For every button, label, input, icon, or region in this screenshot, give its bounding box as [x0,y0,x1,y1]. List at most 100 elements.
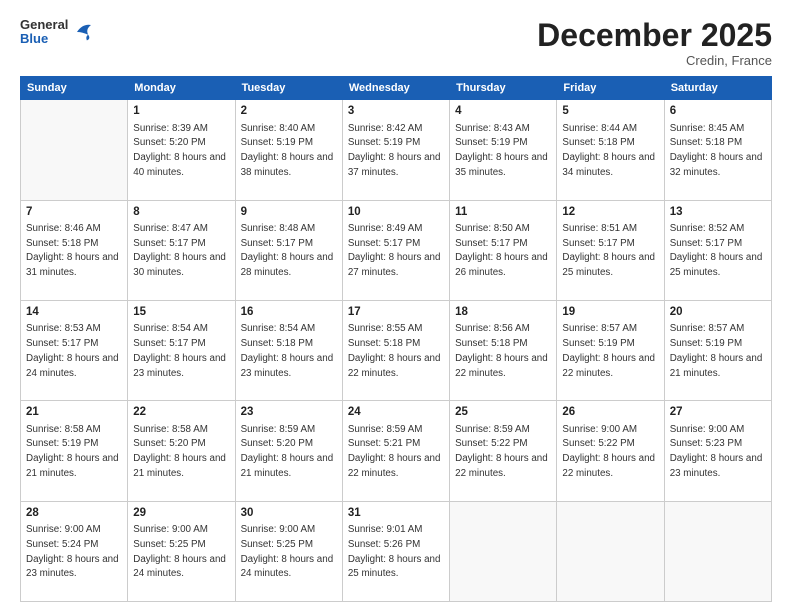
day-info: Sunrise: 8:50 AMSunset: 5:17 PMDaylight:… [455,223,548,278]
calendar-cell: 7 Sunrise: 8:46 AMSunset: 5:18 PMDaylight… [21,200,128,300]
day-number: 15 [133,305,229,321]
day-number: 14 [26,305,122,321]
calendar-cell: 6 Sunrise: 8:45 AMSunset: 5:18 PMDaylight… [664,100,771,200]
page: General Blue December 2025 Credin, Franc… [0,0,792,612]
calendar-cell: 9 Sunrise: 8:48 AMSunset: 5:17 PMDaylight… [235,200,342,300]
day-info: Sunrise: 8:53 AMSunset: 5:17 PMDaylight:… [26,323,119,378]
day-info: Sunrise: 8:49 AMSunset: 5:17 PMDaylight:… [348,223,441,278]
calendar-cell: 16Sunrise: 8:54 AMSunset: 5:18 PMDayligh… [235,300,342,400]
calendar-cell: 13 Sunrise: 8:52 AMSunset: 5:17 PMDayligh… [664,200,771,300]
day-number: 17 [348,305,444,321]
weekday-header-monday: Monday [128,77,235,100]
day-info: Sunrise: 8:58 AMSunset: 5:20 PMDaylight:… [133,424,226,479]
day-number: 18 [455,305,551,321]
day-info: Sunrise: 8:48 AMSunset: 5:17 PMDaylight:… [241,223,334,278]
calendar-cell: 5 Sunrise: 8:44 AMSunset: 5:18 PMDaylight… [557,100,664,200]
calendar-cell: 3 Sunrise: 8:42 AMSunset: 5:19 PMDaylight… [342,100,449,200]
day-info: Sunrise: 8:54 AMSunset: 5:17 PMDaylight:… [133,323,226,378]
weekday-header-thursday: Thursday [450,77,557,100]
logo: General Blue [20,18,98,47]
logo-blue: Blue [20,32,68,46]
calendar-cell: 21Sunrise: 8:58 AMSunset: 5:19 PMDayligh… [21,401,128,501]
title-section: December 2025 Credin, France [537,18,772,68]
day-number: 1 [133,104,229,120]
calendar-cell [557,501,664,601]
day-number: 6 [670,104,766,120]
day-number: 26 [562,405,658,421]
day-number: 28 [26,506,122,522]
day-number: 30 [241,506,337,522]
calendar-cell: 2Sunrise: 8:40 AMSunset: 5:19 PMDaylight… [235,100,342,200]
weekday-header-row: SundayMondayTuesdayWednesdayThursdayFrid… [21,77,772,100]
calendar-cell: 30 Sunrise: 9:00 AMSunset: 5:25 PMDayligh… [235,501,342,601]
day-number: 11 [455,205,551,221]
calendar-week-1: 7 Sunrise: 8:46 AMSunset: 5:18 PMDaylight… [21,200,772,300]
day-number: 7 [26,205,122,221]
calendar-cell: 11 Sunrise: 8:50 AMSunset: 5:17 PMDayligh… [450,200,557,300]
day-info: Sunrise: 9:00 AMSunset: 5:25 PMDaylight:… [133,524,226,579]
calendar-cell: 23Sunrise: 8:59 AMSunset: 5:20 PMDayligh… [235,401,342,501]
day-number: 10 [348,205,444,221]
day-info: Sunrise: 8:59 AMSunset: 5:21 PMDaylight:… [348,424,441,479]
calendar-cell: 15 Sunrise: 8:54 AMSunset: 5:17 PMDayligh… [128,300,235,400]
calendar-cell: 17 Sunrise: 8:55 AMSunset: 5:18 PMDayligh… [342,300,449,400]
day-info: Sunrise: 8:42 AMSunset: 5:19 PMDaylight:… [348,123,441,178]
calendar-week-3: 21Sunrise: 8:58 AMSunset: 5:19 PMDayligh… [21,401,772,501]
day-number: 8 [133,205,229,221]
calendar-cell: 22 Sunrise: 8:58 AMSunset: 5:20 PMDayligh… [128,401,235,501]
calendar-cell: 31 Sunrise: 9:01 AMSunset: 5:26 PMDayligh… [342,501,449,601]
weekday-header-tuesday: Tuesday [235,77,342,100]
day-number: 20 [670,305,766,321]
day-number: 3 [348,104,444,120]
calendar-cell: 12 Sunrise: 8:51 AMSunset: 5:17 PMDayligh… [557,200,664,300]
day-info: Sunrise: 8:40 AMSunset: 5:19 PMDaylight:… [241,123,334,178]
day-number: 16 [241,305,337,321]
day-number: 4 [455,104,551,120]
day-number: 31 [348,506,444,522]
calendar-cell [664,501,771,601]
day-number: 21 [26,405,122,421]
weekday-header-sunday: Sunday [21,77,128,100]
day-info: Sunrise: 8:59 AMSunset: 5:22 PMDaylight:… [455,424,548,479]
calendar-week-2: 14 Sunrise: 8:53 AMSunset: 5:17 PMDayligh… [21,300,772,400]
day-number: 24 [348,405,444,421]
day-info: Sunrise: 9:00 AMSunset: 5:23 PMDaylight:… [670,424,763,479]
day-info: Sunrise: 8:44 AMSunset: 5:18 PMDaylight:… [562,123,655,178]
day-info: Sunrise: 8:47 AMSunset: 5:17 PMDaylight:… [133,223,226,278]
logo-bird-icon [70,18,98,46]
logo-text: General Blue [20,18,68,47]
weekday-header-saturday: Saturday [664,77,771,100]
day-info: Sunrise: 8:55 AMSunset: 5:18 PMDaylight:… [348,323,441,378]
calendar-cell: 29Sunrise: 9:00 AMSunset: 5:25 PMDayligh… [128,501,235,601]
location: Credin, France [537,53,772,68]
calendar-cell: 14 Sunrise: 8:53 AMSunset: 5:17 PMDayligh… [21,300,128,400]
day-info: Sunrise: 8:43 AMSunset: 5:19 PMDaylight:… [455,123,548,178]
calendar-week-4: 28 Sunrise: 9:00 AMSunset: 5:24 PMDayligh… [21,501,772,601]
day-number: 12 [562,205,658,221]
calendar-cell: 20 Sunrise: 8:57 AMSunset: 5:19 PMDayligh… [664,300,771,400]
day-number: 19 [562,305,658,321]
day-info: Sunrise: 8:46 AMSunset: 5:18 PMDaylight:… [26,223,119,278]
day-info: Sunrise: 9:00 AMSunset: 5:24 PMDaylight:… [26,524,119,579]
day-number: 5 [562,104,658,120]
calendar-cell: 1Sunrise: 8:39 AMSunset: 5:20 PMDaylight… [128,100,235,200]
day-info: Sunrise: 8:45 AMSunset: 5:18 PMDaylight:… [670,123,763,178]
calendar-table: SundayMondayTuesdayWednesdayThursdayFrid… [20,76,772,602]
calendar-cell: 26 Sunrise: 9:00 AMSunset: 5:22 PMDayligh… [557,401,664,501]
calendar-cell: 18 Sunrise: 8:56 AMSunset: 5:18 PMDayligh… [450,300,557,400]
day-info: Sunrise: 8:57 AMSunset: 5:19 PMDaylight:… [562,323,655,378]
day-info: Sunrise: 8:57 AMSunset: 5:19 PMDaylight:… [670,323,763,378]
day-info: Sunrise: 8:56 AMSunset: 5:18 PMDaylight:… [455,323,548,378]
calendar-cell [450,501,557,601]
day-info: Sunrise: 8:52 AMSunset: 5:17 PMDaylight:… [670,223,763,278]
day-info: Sunrise: 8:59 AMSunset: 5:20 PMDaylight:… [241,424,334,479]
day-info: Sunrise: 9:01 AMSunset: 5:26 PMDaylight:… [348,524,441,579]
day-number: 13 [670,205,766,221]
day-info: Sunrise: 8:51 AMSunset: 5:17 PMDaylight:… [562,223,655,278]
calendar-cell: 4 Sunrise: 8:43 AMSunset: 5:19 PMDaylight… [450,100,557,200]
day-number: 9 [241,205,337,221]
calendar-cell: 19 Sunrise: 8:57 AMSunset: 5:19 PMDayligh… [557,300,664,400]
day-info: Sunrise: 9:00 AMSunset: 5:25 PMDaylight:… [241,524,334,579]
day-info: Sunrise: 9:00 AMSunset: 5:22 PMDaylight:… [562,424,655,479]
day-number: 22 [133,405,229,421]
